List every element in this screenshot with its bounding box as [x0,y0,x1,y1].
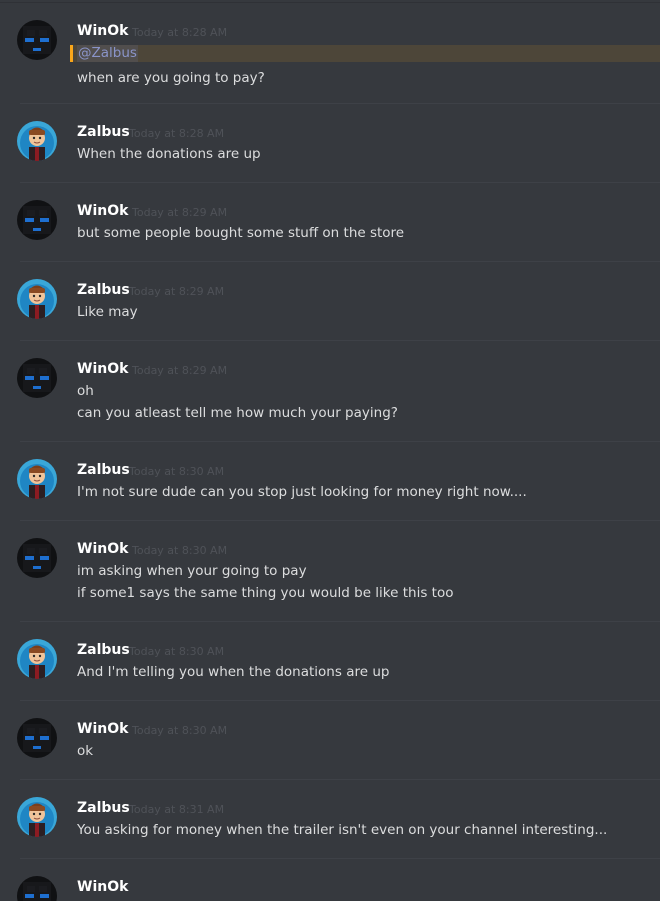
message-divider [20,340,660,341]
message-text: I'm not sure dude can you stop just look… [77,484,527,500]
username[interactable]: WinOk [77,720,128,738]
message-timestamp: Today at 8:30 AM [129,645,225,658]
message-timestamp: Today at 8:30 AM [129,465,225,478]
top-divider [0,2,660,3]
zalbus-avatar[interactable] [17,797,57,837]
enderman-avatar[interactable] [17,358,57,398]
username[interactable]: WinOk [77,878,128,896]
message-divider [20,182,660,183]
username[interactable]: Zalbus [77,799,130,817]
message-text: When the donations are up [77,146,261,162]
message-text: oh [77,383,94,399]
message-timestamp: Today at 8:31 AM [129,803,225,816]
username[interactable]: Zalbus [77,641,130,659]
mention-highlight: @Zalbus [70,45,660,62]
message-timestamp: Today at 8:30 AM [132,724,228,737]
zalbus-avatar[interactable] [17,459,57,499]
message-divider [20,700,660,701]
zalbus-avatar[interactable] [17,639,57,679]
message-timestamp: Today at 8:28 AM [129,127,225,140]
enderman-avatar[interactable] [17,200,57,240]
zalbus-avatar[interactable] [17,121,57,161]
message-divider [20,441,660,442]
username[interactable]: Zalbus [77,461,130,479]
message-timestamp: Today at 8:29 AM [132,364,228,377]
chat-message-list[interactable]: WinOk Today at 8:28 AM @Zalbus when are you… [0,0,660,901]
message-divider [20,261,660,262]
username[interactable]: WinOk [77,202,128,220]
zalbus-avatar[interactable] [17,279,57,319]
message-text: when are you going to pay? [77,70,265,86]
message-timestamp: Today at 8:30 AM [132,544,228,557]
message-text: but some people bought some stuff on the… [77,225,405,241]
message-text: if some1 says the same thing you would b… [77,585,454,601]
mention-bar [70,45,73,62]
enderman-avatar[interactable] [17,876,57,901]
message-timestamp: Today at 8:29 AM [132,206,228,219]
message-timestamp: Today at 8:29 AM [129,285,225,298]
message-divider [20,779,660,780]
username[interactable]: Zalbus [77,123,130,141]
message-text: Like may [77,304,138,320]
message-divider [20,858,660,859]
user-mention[interactable]: @Zalbus [77,45,138,62]
message-divider [20,621,660,622]
message-divider [20,103,660,104]
message-text: ok [77,743,94,759]
username[interactable]: WinOk [77,540,128,558]
enderman-avatar[interactable] [17,20,57,60]
username[interactable]: WinOk [77,360,128,378]
message-timestamp: Today at 8:28 AM [132,26,228,39]
enderman-avatar[interactable] [17,718,57,758]
message-text: And I'm telling you when the donations a… [77,664,390,680]
message-text: im asking when your going to pay [77,563,307,579]
message-divider [20,520,660,521]
username[interactable]: WinOk [77,22,128,40]
enderman-avatar[interactable] [17,538,57,578]
message-text: can you atleast tell me how much your pa… [77,405,398,421]
message-text: You asking for money when the trailer is… [77,822,608,838]
username[interactable]: Zalbus [77,281,130,299]
